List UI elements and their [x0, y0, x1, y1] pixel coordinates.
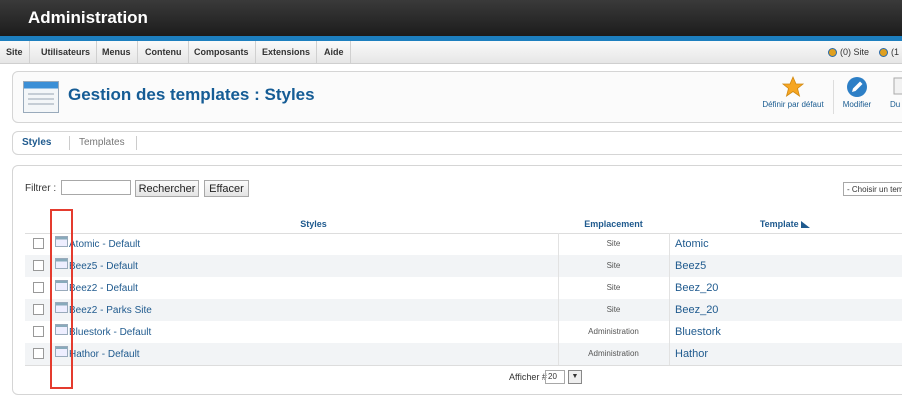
- style-location: Site: [606, 261, 621, 270]
- row-checkbox[interactable]: [33, 238, 44, 249]
- menu-bar: Site Utilisateurs Menus Contenu Composan…: [0, 41, 902, 64]
- template-manager-icon: [23, 81, 59, 113]
- user-icon: [879, 48, 888, 58]
- toolbar-box: Gestion des templates : Styles Définir p…: [12, 71, 902, 123]
- search-button[interactable]: Rechercher: [135, 180, 199, 197]
- row-checkbox[interactable]: [33, 282, 44, 293]
- filter-label: Filtrer :: [25, 183, 57, 194]
- edit-button[interactable]: Modifier: [839, 76, 875, 109]
- set-default-button[interactable]: Définir par défaut: [761, 75, 825, 109]
- table-row: Beez2 - Default Site Beez_20: [25, 277, 902, 299]
- table-header: Styles Emplacement Template: [25, 215, 902, 234]
- column-header-template[interactable]: Template: [725, 215, 845, 233]
- style-template-link[interactable]: Beez_20: [675, 282, 718, 294]
- template-filter-select[interactable]: - Choisir un temp: [843, 182, 902, 196]
- user-icon: [828, 48, 837, 58]
- style-name-link[interactable]: Beez5 - Default: [69, 261, 138, 272]
- style-template-link[interactable]: Bluestork: [675, 326, 721, 338]
- highlight-box: [50, 209, 73, 389]
- row-checkbox[interactable]: [33, 260, 44, 271]
- page-title: Gestion des templates : Styles: [68, 85, 315, 104]
- set-default-label: Définir par défaut: [762, 100, 824, 109]
- menu-item-content[interactable]: Contenu: [139, 41, 189, 63]
- edit-label: Modifier: [842, 100, 872, 109]
- table-row: Bluestork - Default Administration Blues…: [25, 321, 902, 343]
- style-name-link[interactable]: Beez2 - Default: [69, 283, 138, 294]
- filter-search-input[interactable]: [61, 180, 131, 195]
- table-row: Hathor - Default Administration Hathor: [25, 343, 902, 366]
- pagination-limit-select[interactable]: 20: [545, 370, 565, 384]
- menu-item-site[interactable]: Site: [0, 41, 30, 63]
- admin-header: Administration: [0, 0, 902, 36]
- menu-item-extensions[interactable]: Extensions: [256, 41, 318, 63]
- style-template-link[interactable]: Beez5: [675, 260, 706, 272]
- style-location: Administration: [588, 327, 639, 336]
- style-name-link[interactable]: Bluestork - Default: [69, 327, 151, 338]
- tab-divider: [136, 136, 137, 150]
- menu-item-users[interactable]: Utilisateurs: [35, 41, 98, 63]
- site-visitors-status[interactable]: (0) Site: [828, 41, 869, 63]
- menu-item-components[interactable]: Composants: [188, 41, 256, 63]
- tabs-bar: Styles Templates: [12, 131, 902, 155]
- style-location: Administration: [588, 349, 639, 358]
- duplicate-button[interactable]: Du: [879, 76, 902, 109]
- menu-item-help[interactable]: Aide: [318, 41, 351, 63]
- row-checkbox[interactable]: [33, 348, 44, 359]
- table-row: Beez2 - Parks Site Site Beez_20: [25, 299, 902, 321]
- chevron-down-icon[interactable]: ▼: [568, 370, 582, 384]
- style-name-link[interactable]: Beez2 - Parks Site: [69, 305, 152, 316]
- admin-title: Administration: [28, 8, 148, 27]
- style-location: Site: [606, 283, 621, 292]
- style-template-link[interactable]: Atomic: [675, 238, 709, 250]
- pagination-label: Afficher #: [509, 372, 547, 382]
- style-name-link[interactable]: Atomic - Default: [69, 239, 140, 250]
- column-header-location[interactable]: Emplacement: [558, 215, 669, 233]
- pencil-icon: [847, 77, 867, 97]
- admin-users-status[interactable]: (1: [879, 41, 899, 63]
- tab-templates[interactable]: Templates: [79, 132, 125, 154]
- tab-divider: [69, 136, 70, 150]
- row-checkbox[interactable]: [33, 304, 44, 315]
- table-row: Atomic - Default Site Atomic: [25, 233, 902, 255]
- style-location: Site: [606, 239, 621, 248]
- style-template-link[interactable]: Hathor: [675, 348, 708, 360]
- row-checkbox[interactable]: [33, 326, 44, 337]
- style-template-link[interactable]: Beez_20: [675, 304, 718, 316]
- table-row: Beez5 - Default Site Beez5: [25, 255, 902, 277]
- tab-styles[interactable]: Styles: [22, 132, 51, 154]
- style-location: Site: [606, 305, 621, 314]
- star-icon: [781, 75, 805, 97]
- toolbar-divider: [833, 80, 834, 114]
- menu-item-menus[interactable]: Menus: [96, 41, 138, 63]
- duplicate-label: Du: [890, 100, 901, 109]
- clear-button[interactable]: Effacer: [204, 180, 249, 197]
- copy-icon: [893, 77, 902, 95]
- column-header-styles[interactable]: Styles: [69, 215, 558, 233]
- style-name-link[interactable]: Hathor - Default: [69, 349, 140, 360]
- sort-icon: [801, 221, 811, 229]
